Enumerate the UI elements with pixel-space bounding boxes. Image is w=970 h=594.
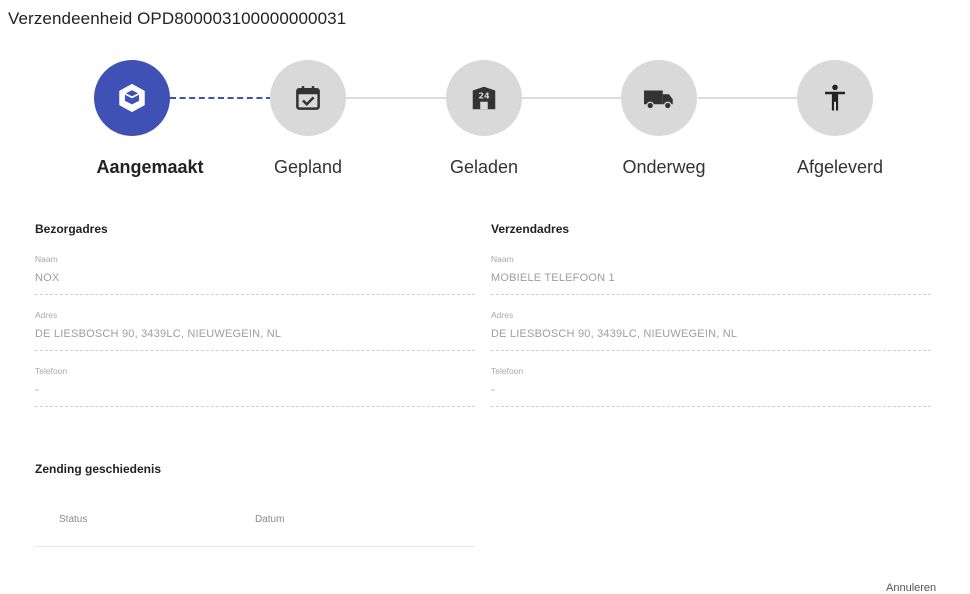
field-value: DE LIESBOSCH 90, 3439LC, NIEUWEGEIN, NL	[491, 328, 738, 340]
step-label-aangemaakt: Aangemaakt	[96, 157, 204, 177]
cancel-button[interactable]: Annuleren	[886, 582, 936, 594]
verzendadres-telefoon-field: Telefoon -	[491, 366, 931, 407]
bezorgadres-telefoon-field: Telefoon -	[35, 366, 475, 407]
step-label-gepland: Gepland	[273, 157, 343, 177]
field-value: MOBIELE TELEFOON 1	[491, 272, 615, 284]
step-label-afgeleverd: Afgeleverd	[796, 157, 884, 177]
bezorgadres-adres-field: Adres DE LIESBOSCH 90, 3439LC, NIEUWEGEI…	[35, 310, 475, 351]
field-label: Adres	[35, 310, 58, 320]
step-afgeleverd[interactable]	[797, 60, 873, 136]
package-icon	[115, 81, 149, 115]
truck-icon	[642, 83, 676, 113]
field-label: Telefoon	[35, 366, 68, 376]
svg-text:24: 24	[478, 91, 490, 101]
step-aangemaakt[interactable]	[94, 60, 170, 136]
bezorgadres-heading: Bezorgadres	[35, 222, 108, 236]
calendar-check-icon	[293, 83, 323, 113]
history-heading: Zending geschiedenis	[35, 462, 162, 476]
step-label-onderweg: Onderweg	[622, 157, 706, 177]
field-label: Naam	[35, 254, 58, 264]
step-connector	[522, 97, 622, 99]
field-label: Adres	[491, 310, 514, 320]
verzendadres-adres-field: Adres DE LIESBOSCH 90, 3439LC, NIEUWEGEI…	[491, 310, 931, 351]
step-connector	[698, 97, 798, 99]
step-connector	[346, 97, 446, 99]
verzendadres-heading: Verzendadres	[491, 222, 570, 236]
field-value: -	[35, 384, 39, 396]
field-label: Naam	[491, 254, 514, 264]
step-geladen[interactable]: 24	[446, 60, 522, 136]
history-divider	[35, 546, 475, 547]
shipment-progress-stepper: Aangemaakt Gepland 24 Geladen Onderweg A…	[0, 0, 970, 200]
field-label: Telefoon	[491, 366, 524, 376]
bezorgadres-naam-field: Naam NOX	[35, 254, 475, 295]
step-connector-active	[170, 97, 272, 99]
step-gepland[interactable]	[270, 60, 346, 136]
step-label-geladen: Geladen	[449, 157, 519, 177]
history-column-status[interactable]: Status	[59, 514, 87, 525]
verzendadres-naam-field: Naam MOBIELE TELEFOON 1	[491, 254, 931, 295]
field-value: NOX	[35, 272, 60, 284]
warehouse-24-icon: 24	[469, 83, 499, 113]
field-value: -	[491, 384, 495, 396]
person-icon	[820, 82, 850, 114]
step-onderweg[interactable]	[621, 60, 697, 136]
history-column-datum[interactable]: Datum	[255, 514, 284, 525]
field-value: DE LIESBOSCH 90, 3439LC, NIEUWEGEIN, NL	[35, 328, 282, 340]
